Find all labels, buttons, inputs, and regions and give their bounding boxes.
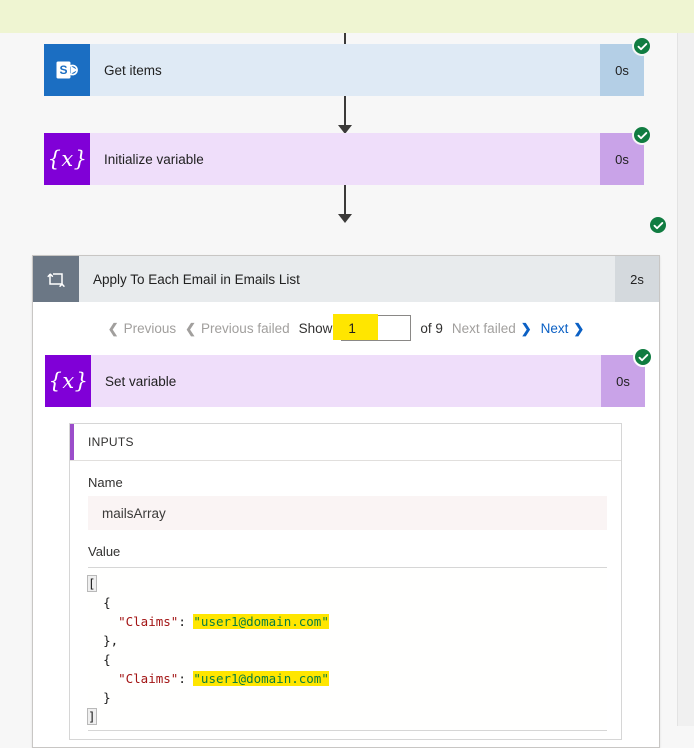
- json-token: },: [103, 633, 119, 648]
- json-highlighted-value: "user1@domain.com": [193, 671, 329, 686]
- json-token: {: [103, 652, 111, 667]
- status-badge-initialize-variable: [632, 125, 652, 145]
- pager-page-input-value: 1: [348, 320, 356, 336]
- flow-run-canvas: S Get items 0s {x} Initialize variable 0…: [0, 33, 694, 748]
- status-badge-get-items: [632, 36, 652, 56]
- json-token: ]: [87, 708, 97, 725]
- sharepoint-icon: S: [44, 44, 90, 96]
- pager-show-label: Show: [298, 320, 333, 336]
- value-json-viewer[interactable]: [ { "Claims": "user1@domain.com" }, { "C…: [87, 567, 607, 731]
- status-badge-set-variable: [633, 347, 653, 367]
- json-token: {: [103, 595, 111, 610]
- pager-page-input[interactable]: 1: [333, 314, 412, 341]
- json-token: [: [87, 575, 97, 592]
- variable-braces-icon: {x}: [44, 133, 90, 185]
- action-card-get-items[interactable]: S Get items 0s: [44, 44, 644, 96]
- pager-previous-failed-button[interactable]: ❮ Previous failed: [185, 321, 289, 336]
- json-code-line: ]: [87, 707, 607, 726]
- pager-next-failed-button[interactable]: Next failed ❯: [452, 321, 532, 336]
- json-code-line: "Claims": "user1@domain.com": [88, 669, 607, 688]
- action-title-initialize-variable: Initialize variable: [90, 133, 600, 185]
- page-right-gutter: [677, 33, 694, 726]
- pager-previous-label: Previous: [123, 320, 177, 336]
- json-highlighted-value: "user1@domain.com": [193, 614, 329, 629]
- chevron-left-icon: ❮: [107, 320, 119, 336]
- json-key: "Claims": [118, 671, 179, 686]
- pager-next-button[interactable]: Next ❯: [541, 321, 585, 336]
- json-token: :: [178, 614, 194, 629]
- name-field-label: Name: [88, 475, 123, 490]
- iteration-pager: ❮ Previous ❮ Previous failed Show 1 of 9…: [33, 303, 659, 353]
- chevron-right-icon: ❯: [573, 320, 585, 336]
- name-field-value: mailsArray: [88, 496, 607, 530]
- chevron-right-icon: ❯: [520, 320, 532, 336]
- pager-next-label: Next: [540, 320, 569, 336]
- pager-next-failed-label: Next failed: [451, 320, 516, 336]
- variable-braces-icon: {x}: [45, 355, 91, 407]
- action-card-set-variable[interactable]: {x} Set variable 0s: [45, 355, 645, 407]
- json-token: :: [178, 671, 194, 686]
- svg-text:S: S: [59, 63, 67, 77]
- json-code-line: {: [88, 650, 607, 669]
- json-code-line: "Claims": "user1@domain.com": [88, 612, 607, 631]
- top-banner-strip: [0, 0, 694, 33]
- action-title-apply-to-each: Apply To Each Email in Emails List: [79, 256, 615, 302]
- json-code-line: [: [87, 574, 607, 593]
- pager-total-label: of 9: [420, 320, 443, 336]
- action-duration-apply-to-each: 2s: [615, 256, 659, 302]
- json-token: }: [103, 690, 111, 705]
- value-field-label: Value: [88, 544, 121, 559]
- scope-container-apply-to-each: Apply To Each Email in Emails List 2s ❮ …: [32, 255, 660, 748]
- action-title-get-items: Get items: [90, 44, 600, 96]
- inputs-section-title: INPUTS: [88, 435, 134, 449]
- json-code-line: {: [88, 593, 607, 612]
- inputs-panel: INPUTS Name mailsArray Value [ { "Claims…: [69, 423, 622, 740]
- json-key: "Claims": [118, 614, 179, 629]
- connector-line-1: [344, 96, 346, 126]
- json-code-line: }: [88, 688, 607, 707]
- json-code-line: },: [88, 631, 607, 650]
- connector-line-2: [344, 185, 346, 215]
- pager-previous-button[interactable]: ❮ Previous: [108, 321, 176, 336]
- action-card-initialize-variable[interactable]: {x} Initialize variable 0s: [44, 133, 644, 185]
- status-badge-apply-to-each: [648, 215, 668, 235]
- connector-arrowhead-2: [338, 214, 352, 223]
- action-title-set-variable: Set variable: [91, 355, 601, 407]
- action-card-apply-to-each[interactable]: Apply To Each Email in Emails List 2s: [33, 256, 659, 302]
- foreach-loop-icon: [33, 256, 79, 302]
- pager-previous-failed-label: Previous failed: [201, 320, 290, 336]
- chevron-left-icon: ❮: [185, 320, 197, 336]
- inputs-panel-header: INPUTS: [70, 424, 621, 461]
- inputs-accent-bar: [70, 424, 74, 460]
